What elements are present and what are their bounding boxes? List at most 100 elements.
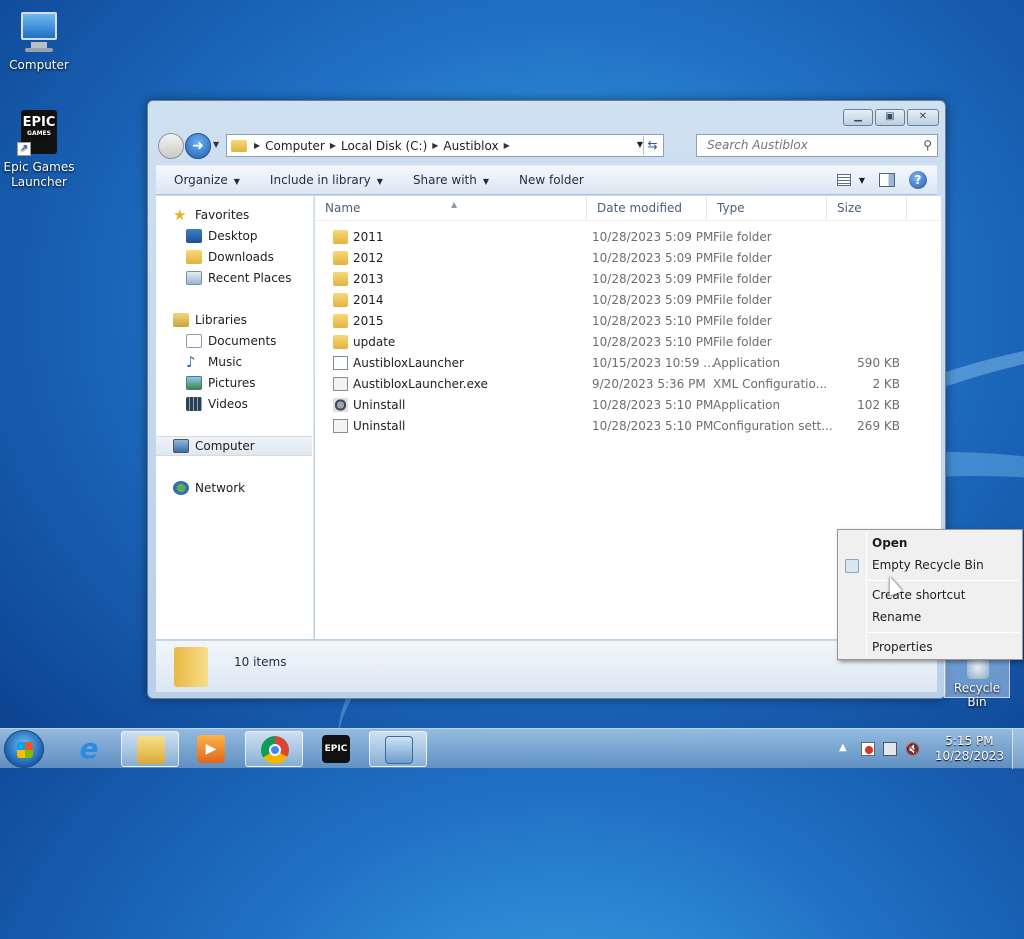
breadcrumb-item[interactable]: Computer [265, 139, 325, 153]
folder-icon [333, 272, 348, 286]
column-header-size[interactable]: Size [827, 196, 907, 221]
internet-explorer-icon: e [79, 732, 99, 765]
file-type: XML Configuratio... [713, 377, 828, 391]
folder-icon [333, 293, 348, 307]
start-button[interactable] [4, 730, 44, 768]
star-icon: ★ [173, 206, 187, 224]
taskbar-windows-explorer[interactable] [121, 731, 179, 767]
file-size: 590 KB [857, 356, 900, 370]
file-type: File folder [713, 251, 772, 265]
nav-desktop[interactable]: Desktop [186, 226, 258, 246]
forward-button[interactable]: ➜ [185, 133, 211, 159]
taskbar-epic-games[interactable]: EPIC [307, 731, 365, 767]
nav-computer[interactable]: Computer [173, 436, 255, 456]
column-header-type[interactable]: Type [707, 196, 827, 221]
breadcrumb-item[interactable]: Local Disk (C:) [341, 139, 427, 153]
nav-recent-places[interactable]: Recent Places [186, 268, 291, 288]
file-type: File folder [713, 335, 772, 349]
media-player-icon: ▶ [197, 735, 225, 763]
file-row[interactable]: 2015 10/28/2023 5:10 PM File folder [315, 311, 941, 332]
new-folder-button[interactable]: New folder [519, 173, 584, 187]
file-size: 2 KB [872, 377, 900, 391]
chevron-down-icon: ▼ [233, 177, 240, 186]
taskbar-media-player[interactable]: ▶ [182, 731, 240, 767]
sort-arrow-icon: ▲ [451, 200, 458, 209]
file-row[interactable]: 2013 10/28/2023 5:09 PM File folder [315, 269, 941, 290]
uninstall-app-icon [333, 398, 348, 412]
epic-games-icon: EPIC GAMES ↗ [15, 110, 63, 158]
desktop-icon-computer[interactable]: Computer [1, 8, 77, 73]
desktop-icon-epic-games[interactable]: EPIC GAMES ↗ Epic Games Launcher [1, 110, 77, 190]
file-row[interactable]: Uninstall 10/28/2023 5:10 PM Configuration… [315, 416, 941, 437]
nav-libraries[interactable]: Libraries [173, 310, 247, 330]
file-row[interactable]: Uninstall 10/28/2023 5:10 PM Application 10… [315, 395, 941, 416]
column-headers: Name ▲ Date modified Type Size [315, 196, 941, 221]
file-type: File folder [713, 230, 772, 244]
column-header-date[interactable]: Date modified [587, 196, 707, 221]
minimize-button[interactable]: ▁ [843, 109, 873, 126]
maximize-button[interactable]: ▣ [875, 109, 905, 126]
menu-item-empty-recycle-bin[interactable]: Empty Recycle Bin [872, 555, 984, 575]
clock-time: 5:15 PM [945, 734, 994, 748]
breadcrumb[interactable]: ▶ Computer ▶ Local Disk (C:) ▶ Austiblox… [226, 134, 664, 157]
computer-icon [173, 439, 189, 453]
file-name: 2012 [353, 251, 384, 265]
menu-item-properties[interactable]: Properties [872, 637, 933, 657]
nav-favorites[interactable]: ★ Favorites [173, 205, 249, 225]
file-row[interactable]: AustibloxLauncher 10/15/2023 10:59 ... App… [315, 353, 941, 374]
system-tray: ▲ 🔇 5:15 PM 10/28/2023 [839, 729, 1024, 769]
folder-icon [231, 139, 247, 152]
menu-item-rename[interactable]: Rename [872, 607, 921, 627]
file-date: 10/28/2023 5:09 PM [592, 251, 714, 265]
preview-pane-icon[interactable] [879, 173, 895, 187]
nav-pictures[interactable]: Pictures [186, 373, 256, 393]
show-desktop-button[interactable] [1012, 729, 1024, 769]
documents-icon [186, 334, 202, 348]
taskbar-chrome[interactable] [245, 731, 303, 767]
search-input[interactable] [705, 137, 905, 153]
close-button[interactable]: ✕ [907, 109, 939, 126]
file-row[interactable]: 2011 10/28/2023 5:09 PM File folder [315, 227, 941, 248]
file-row[interactable]: 2014 10/28/2023 5:09 PM File folder [315, 290, 941, 311]
column-header-name[interactable]: Name ▲ [315, 196, 587, 221]
clock-date: 10/28/2023 [934, 749, 1004, 763]
share-with-menu[interactable]: Share with ▼ [413, 173, 489, 187]
back-button[interactable] [158, 133, 184, 159]
nav-documents[interactable]: Documents [186, 331, 276, 351]
file-name: update [353, 335, 396, 349]
menu-item-open[interactable]: Open [872, 533, 907, 553]
taskbar-control-panel[interactable] [369, 731, 427, 767]
change-view-button[interactable]: ▼ [836, 174, 865, 186]
menu-separator [868, 632, 1019, 633]
xml-file-icon [333, 377, 348, 391]
taskbar-internet-explorer[interactable]: e [60, 731, 118, 767]
explorer-window: ▁ ▣ ✕ ➜ ▼ ▶ Computer ▶ Local Disk (C:) ▶… [147, 100, 946, 699]
application-icon [333, 356, 348, 370]
file-size: 269 KB [857, 419, 900, 433]
recent-pages-dropdown[interactable]: ▼ [213, 140, 219, 149]
file-row[interactable]: 2012 10/28/2023 5:09 PM File folder [315, 248, 941, 269]
organize-menu[interactable]: Organize ▼ [174, 173, 240, 187]
desktop-icon-label: Computer [9, 58, 69, 72]
network-icon[interactable] [883, 742, 897, 756]
help-icon[interactable]: ? [909, 171, 927, 189]
refresh-icon[interactable]: ⇆ [643, 136, 661, 155]
file-row[interactable]: AustibloxLauncher.exe 9/20/2023 5:36 PM XM… [315, 374, 941, 395]
command-bar: Organize ▼ Include in library ▼ Share with… [156, 165, 937, 195]
file-row[interactable]: update 10/28/2023 5:10 PM File folder [315, 332, 941, 353]
nav-downloads[interactable]: Downloads [186, 247, 274, 267]
search-icon[interactable]: ⚲ [923, 135, 932, 156]
address-bar: ➜ ▼ ▶ Computer ▶ Local Disk (C:) ▶ Austi… [156, 131, 938, 159]
nav-videos[interactable]: Videos [186, 394, 248, 414]
show-hidden-icons-icon[interactable]: ▲ [839, 742, 853, 756]
nav-music[interactable]: ♪ Music [186, 352, 242, 372]
file-date: 10/28/2023 5:09 PM [592, 272, 714, 286]
clock[interactable]: 5:15 PM 10/28/2023 [935, 734, 1004, 764]
window-controls: ▁ ▣ ✕ [843, 109, 939, 126]
action-center-flag-icon[interactable] [861, 742, 875, 756]
nav-network[interactable]: Network [173, 478, 245, 498]
volume-muted-icon[interactable]: 🔇 [905, 742, 920, 756]
breadcrumb-item[interactable]: Austiblox [443, 139, 498, 153]
include-in-library-menu[interactable]: Include in library ▼ [270, 173, 383, 187]
views-icon [836, 174, 851, 186]
